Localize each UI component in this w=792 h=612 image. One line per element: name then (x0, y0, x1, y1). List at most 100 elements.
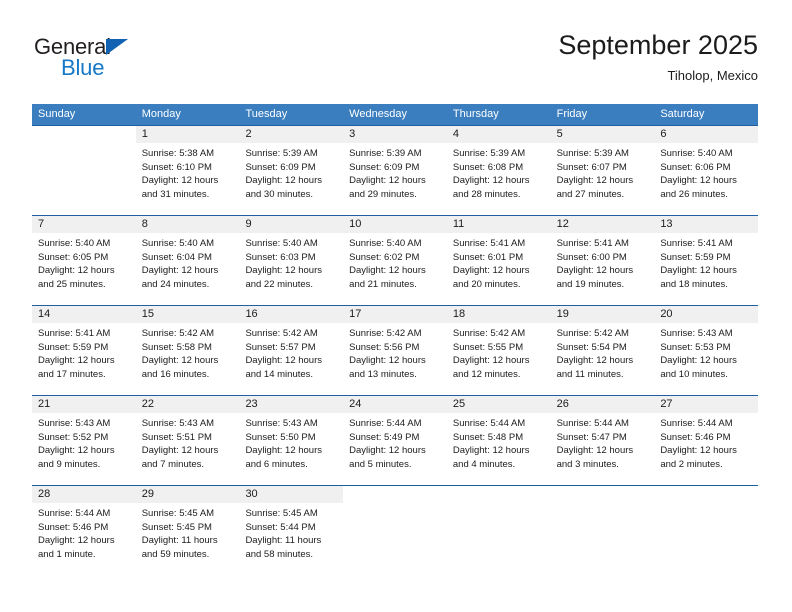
day-number: 2 (245, 128, 252, 140)
sunrise-text: Sunrise: 5:44 AM (349, 418, 422, 429)
day-number: 20 (660, 308, 673, 320)
sunrise-text: Sunrise: 5:42 AM (452, 328, 526, 339)
sunset-text: Sunset: 5:57 PM (245, 341, 316, 353)
sunrise-text: Sunrise: 5:39 AM (245, 148, 318, 159)
day-cell[interactable]: 2 Sunrise: 5:39 AM Sunset: 6:09 PM Dayli… (239, 126, 344, 215)
daylight-text-line2: and 26 minutes. (660, 188, 728, 200)
day-cell[interactable]: 18 Sunrise: 5:42 AM Sunset: 5:55 PM Dayl… (446, 306, 551, 395)
weekday-header-sunday: Sunday (38, 108, 76, 120)
day-number: 19 (556, 308, 569, 320)
day-cell[interactable]: 16 Sunrise: 5:42 AM Sunset: 5:57 PM Dayl… (239, 306, 344, 395)
calendar-grid: Sunday Monday Tuesday Wednesday Thursday… (32, 104, 759, 575)
daylight-text-line2: and 20 minutes. (452, 278, 521, 290)
sunset-text: Sunset: 5:52 PM (38, 431, 109, 443)
weekday-header-friday: Friday (556, 108, 588, 120)
daylight-text-line1: Daylight: 12 hours (349, 445, 426, 457)
daylight-text-line1: Daylight: 12 hours (660, 445, 737, 457)
daylight-text-line2: and 17 minutes. (38, 368, 106, 380)
day-cell[interactable]: 14 Sunrise: 5:41 AM Sunset: 5:59 PM Dayl… (32, 306, 136, 395)
day-cell[interactable]: 17 Sunrise: 5:42 AM Sunset: 5:56 PM Dayl… (343, 306, 447, 395)
daylight-text-line1: Daylight: 12 hours (245, 265, 323, 277)
daylight-text-line1: Daylight: 12 hours (38, 355, 115, 367)
day-number: 23 (245, 398, 258, 410)
day-cell[interactable] (343, 486, 447, 575)
day-cell[interactable]: 9 Sunrise: 5:40 AM Sunset: 6:03 PM Dayli… (239, 216, 344, 305)
sunset-text: Sunset: 5:59 PM (660, 251, 731, 263)
sunrise-text: Sunrise: 5:43 AM (245, 418, 318, 429)
day-number: 8 (141, 218, 148, 230)
daylight-text-line1: Daylight: 12 hours (556, 265, 634, 277)
sunset-text: Sunset: 6:09 PM (349, 161, 420, 173)
daylight-text-line1: Daylight: 12 hours (349, 175, 426, 187)
daylight-text-line1: Daylight: 12 hours (245, 175, 323, 187)
daylight-text-line2: and 7 minutes. (141, 458, 205, 470)
day-cell[interactable]: 5 Sunrise: 5:39 AM Sunset: 6:07 PM Dayli… (550, 126, 655, 215)
daylight-text-line1: Daylight: 12 hours (556, 445, 634, 457)
sunrise-text: Sunrise: 5:39 AM (556, 148, 629, 159)
sunset-text: Sunset: 6:01 PM (452, 251, 524, 263)
sunrise-text: Sunrise: 5:43 AM (660, 328, 733, 339)
daylight-text-line2: and 9 minutes. (38, 458, 101, 470)
sunrise-text: Sunrise: 5:45 AM (245, 508, 318, 519)
daylight-text-line2: and 16 minutes. (141, 368, 210, 380)
day-number: 16 (245, 308, 258, 320)
sunrise-text: Sunrise: 5:40 AM (141, 238, 215, 249)
daylight-text-line1: Daylight: 12 hours (141, 265, 219, 277)
sunrise-text: Sunrise: 5:41 AM (556, 238, 629, 249)
day-cell[interactable]: 21 Sunrise: 5:43 AM Sunset: 5:52 PM Dayl… (32, 396, 136, 485)
day-cell[interactable] (550, 486, 655, 575)
day-cell[interactable]: 28 Sunrise: 5:44 AM Sunset: 5:46 PM Dayl… (32, 486, 136, 575)
sunrise-text: Sunrise: 5:38 AM (141, 148, 215, 159)
day-cell[interactable]: 11 Sunrise: 5:41 AM Sunset: 6:01 PM Dayl… (446, 216, 551, 305)
daylight-text-line2: and 27 minutes. (556, 188, 625, 200)
daylight-text-line2: and 6 minutes. (245, 458, 308, 470)
daylight-text-line2: and 18 minutes. (660, 278, 728, 290)
day-cell[interactable]: 22 Sunrise: 5:43 AM Sunset: 5:51 PM Dayl… (135, 396, 240, 485)
day-cell[interactable]: 25 Sunrise: 5:44 AM Sunset: 5:48 PM Dayl… (446, 396, 551, 485)
day-cell[interactable]: 30 Sunrise: 5:45 AM Sunset: 5:44 PM Dayl… (239, 486, 344, 575)
day-cell[interactable]: 26 Sunrise: 5:44 AM Sunset: 5:47 PM Dayl… (550, 396, 655, 485)
sunrise-text: Sunrise: 5:42 AM (556, 328, 629, 339)
sunrise-text: Sunrise: 5:41 AM (452, 238, 526, 249)
day-number: 4 (452, 128, 459, 140)
daylight-text-line1: Daylight: 12 hours (141, 445, 219, 457)
day-cell[interactable]: 29 Sunrise: 5:45 AM Sunset: 5:45 PM Dayl… (135, 486, 240, 575)
sunset-text: Sunset: 5:59 PM (38, 341, 109, 353)
day-cell[interactable] (654, 486, 759, 575)
daylight-text-line2: and 13 minutes. (349, 368, 417, 380)
day-cell[interactable]: 19 Sunrise: 5:42 AM Sunset: 5:54 PM Dayl… (550, 306, 655, 395)
day-cell[interactable]: 10 Sunrise: 5:40 AM Sunset: 6:02 PM Dayl… (343, 216, 447, 305)
day-cell[interactable]: 6 Sunrise: 5:40 AM Sunset: 6:06 PM Dayli… (654, 126, 759, 215)
day-cell[interactable] (32, 126, 136, 215)
sunset-text: Sunset: 5:47 PM (556, 431, 627, 443)
day-cell[interactable] (446, 486, 551, 575)
day-number: 29 (141, 488, 154, 500)
sunset-text: Sunset: 6:10 PM (141, 161, 212, 173)
day-cell[interactable]: 27 Sunrise: 5:44 AM Sunset: 5:46 PM Dayl… (654, 396, 759, 485)
day-number: 9 (245, 218, 252, 230)
weekday-header-saturday: Saturday (660, 108, 705, 120)
day-cell[interactable]: 1 Sunrise: 5:38 AM Sunset: 6:10 PM Dayli… (135, 126, 240, 215)
day-number: 10 (349, 218, 362, 230)
day-cell[interactable]: 8 Sunrise: 5:40 AM Sunset: 6:04 PM Dayli… (135, 216, 240, 305)
daylight-text-line2: and 22 minutes. (245, 278, 314, 290)
daylight-text-line2: and 5 minutes. (349, 458, 412, 470)
day-cell[interactable]: 3 Sunrise: 5:39 AM Sunset: 6:09 PM Dayli… (343, 126, 447, 215)
day-cell[interactable]: 23 Sunrise: 5:43 AM Sunset: 5:50 PM Dayl… (239, 396, 344, 485)
day-cell[interactable]: 24 Sunrise: 5:44 AM Sunset: 5:49 PM Dayl… (343, 396, 447, 485)
day-cell[interactable]: 4 Sunrise: 5:39 AM Sunset: 6:08 PM Dayli… (446, 126, 551, 215)
daylight-text-line1: Daylight: 12 hours (660, 355, 737, 367)
day-cell[interactable]: 7 Sunrise: 5:40 AM Sunset: 6:05 PM Dayli… (32, 216, 136, 305)
day-cell[interactable]: 15 Sunrise: 5:42 AM Sunset: 5:58 PM Dayl… (135, 306, 240, 395)
sunset-text: Sunset: 5:55 PM (452, 341, 524, 353)
daylight-text-line1: Daylight: 12 hours (38, 535, 115, 547)
weekday-header-row: Sunday Monday Tuesday Wednesday Thursday… (32, 104, 758, 125)
sunrise-text: Sunrise: 5:41 AM (38, 328, 111, 339)
sunrise-text: Sunrise: 5:44 AM (556, 418, 629, 429)
day-cell[interactable]: 20 Sunrise: 5:43 AM Sunset: 5:53 PM Dayl… (654, 306, 759, 395)
day-cell[interactable]: 13 Sunrise: 5:41 AM Sunset: 5:59 PM Dayl… (654, 216, 759, 305)
sunset-text: Sunset: 5:50 PM (245, 431, 316, 443)
calendar-week-row: 14 Sunrise: 5:41 AM Sunset: 5:59 PM Dayl… (32, 305, 759, 395)
day-number: 30 (245, 488, 258, 500)
day-cell[interactable]: 12 Sunrise: 5:41 AM Sunset: 6:00 PM Dayl… (550, 216, 655, 305)
